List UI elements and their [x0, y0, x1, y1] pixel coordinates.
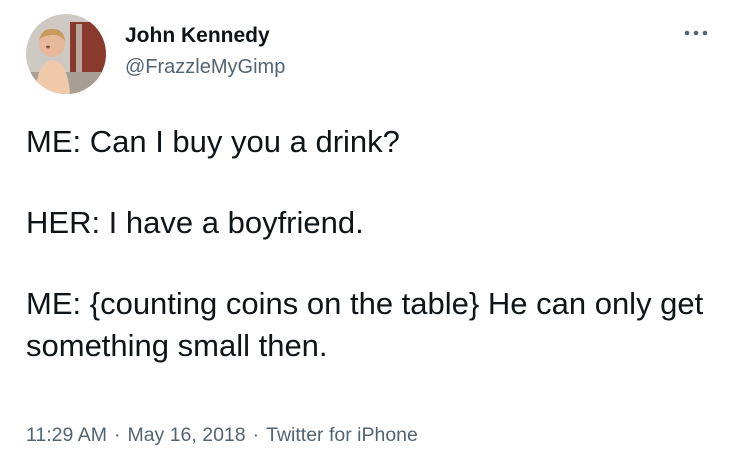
- meta-separator: ·: [113, 424, 121, 446]
- author-handle[interactable]: @FrazzleMyGimp: [125, 56, 285, 79]
- profile-avatar[interactable]: [26, 14, 106, 94]
- tweet-time[interactable]: 11:29 AM: [26, 424, 107, 447]
- more-options-button[interactable]: [683, 24, 709, 42]
- tweet-line: ME: {counting coins on the table} He can…: [26, 286, 704, 363]
- tweet-card: John Kennedy @FrazzleMyGimp ME: Can I bu…: [0, 0, 735, 473]
- tweet-metadata: 11:29 AM · May 16, 2018 · Twitter for iPhone: [26, 424, 418, 447]
- tweet-line: ME: Can I buy you a drink?: [26, 124, 400, 159]
- tweet-source[interactable]: Twitter for iPhone: [266, 424, 418, 447]
- meta-separator: ·: [252, 424, 260, 446]
- author-display-name[interactable]: John Kennedy: [125, 24, 270, 48]
- more-horizontal-icon: [684, 30, 708, 36]
- tweet-date[interactable]: May 16, 2018: [127, 424, 245, 447]
- tweet-line: HER: I have a boyfriend.: [26, 205, 364, 241]
- tweet-text: ME: Can I buy you a drink? HER: I have a…: [26, 121, 716, 366]
- child-photo-avatar-icon: [26, 14, 106, 94]
